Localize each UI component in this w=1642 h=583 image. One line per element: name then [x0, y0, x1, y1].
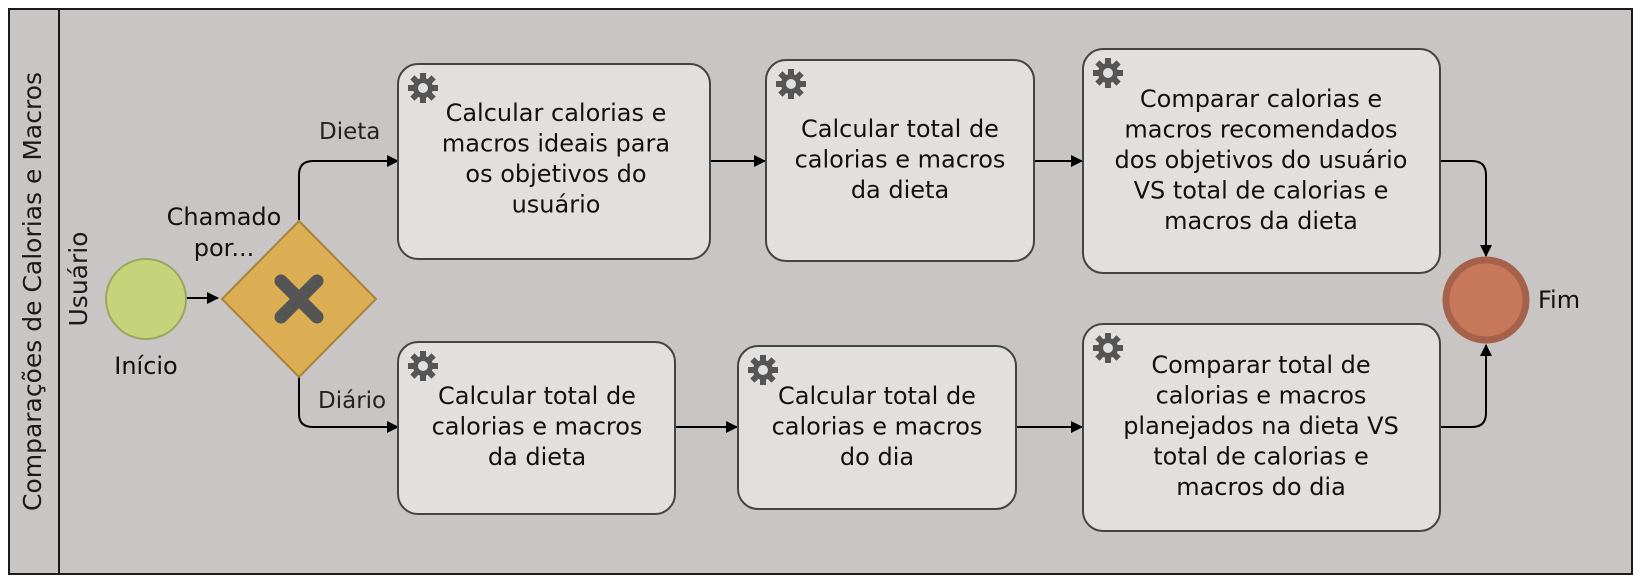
- task-bot2[interactable]: Calcular total de calorias e macrosdo dia: [737, 345, 1017, 510]
- task-top1-line-3: os objetivos do: [465, 160, 646, 188]
- pool-title: Comparações de Calorias e Macros: [18, 72, 47, 511]
- task-bot3-line-4: total de calorias e: [1153, 443, 1369, 471]
- task-bot1-line-1: Calcular total de: [438, 382, 636, 410]
- gear-icon: [1093, 58, 1123, 88]
- lane-title: Usuário: [64, 231, 93, 326]
- gear-icon: [1093, 333, 1123, 363]
- task-top2[interactable]: Calcular total de calorias e macrosda die…: [765, 59, 1035, 262]
- end-event[interactable]: [1442, 256, 1530, 344]
- start-event[interactable]: [105, 258, 187, 340]
- gear-icon: [408, 351, 438, 381]
- task-top2-line-2: calorias e macros: [795, 146, 1006, 174]
- flow-label-diario: Diário: [318, 388, 386, 414]
- gateway-label-line1: Chamado: [167, 203, 282, 231]
- task-top3-line-4: VS total de calorias e: [1134, 177, 1389, 205]
- task-bot3-line-2: calorias e macros: [1156, 382, 1367, 410]
- task-top2-line-3: da dieta: [851, 176, 949, 204]
- start-event-label: Início: [114, 352, 178, 380]
- bpmn-diagram: Comparações de Calorias e Macros Usuário…: [8, 8, 1633, 575]
- task-bot3[interactable]: Comparar total de calorias e macrosplanej…: [1082, 323, 1441, 532]
- gear-icon: [776, 69, 806, 99]
- task-top1-line-1: Calcular calorias e: [446, 99, 667, 127]
- task-top1-line-4: usuário: [512, 191, 601, 219]
- task-bot2-line-1: Calcular total de: [778, 382, 976, 410]
- task-bot1-line-3: da dieta: [488, 443, 586, 471]
- task-bot1-line-2: calorias e macros: [432, 413, 643, 441]
- task-top1[interactable]: Calcular calorias e macros ideais paraos …: [397, 63, 711, 260]
- task-top3-line-5: macros da dieta: [1164, 207, 1358, 235]
- flow-label-dieta: Dieta: [319, 119, 380, 145]
- task-bot3-line-1: Comparar total de: [1151, 351, 1370, 379]
- task-top3[interactable]: Comparar calorias e macros recomendadosdo…: [1082, 48, 1441, 274]
- task-bot3-line-3: planejados na dieta VS: [1123, 412, 1399, 440]
- task-top3-line-3: dos objetivos do usuário: [1115, 146, 1408, 174]
- task-bot2-line-2: calorias e macros: [772, 413, 983, 441]
- task-bot3-line-5: macros do dia: [1176, 473, 1346, 501]
- end-event-label: Fim: [1538, 286, 1580, 314]
- gateway-label-line2: por...: [194, 234, 254, 262]
- task-top3-line-2: macros recomendados: [1124, 116, 1397, 144]
- task-top3-line-1: Comparar calorias e: [1140, 85, 1382, 113]
- gear-icon: [748, 355, 778, 385]
- gear-icon: [408, 73, 438, 103]
- task-bot2-line-3: do dia: [840, 443, 914, 471]
- task-top1-line-2: macros ideais para: [442, 130, 670, 158]
- task-bot1[interactable]: Calcular total de calorias e macrosda die…: [397, 341, 676, 515]
- task-top2-line-1: Calcular total de: [801, 115, 999, 143]
